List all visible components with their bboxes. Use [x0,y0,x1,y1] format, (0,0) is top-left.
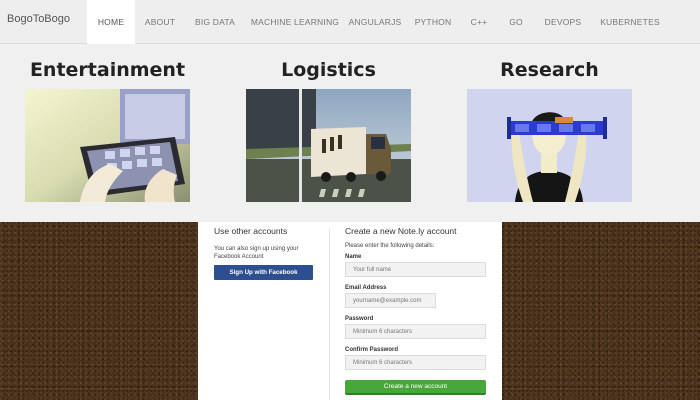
other-accounts-text: You can also sign up using your Facebook… [214,246,299,260]
name-field[interactable]: Your full name [345,262,486,277]
main-nav: HOME ABOUT BIG DATA MACHINE LEARNING ANG… [87,0,669,44]
email-label: Email Address [345,285,387,291]
nav-cpp[interactable]: C++ [461,0,497,44]
create-account-column: Create a new Note.ly account Please ente… [345,226,490,400]
feature-title: Logistics [281,59,376,81]
nav-about[interactable]: ABOUT [135,0,185,44]
tablet-photo [25,89,190,202]
password-label: Password [345,316,374,322]
nav-machine-learning[interactable]: MACHINE LEARNING [245,0,345,44]
feature-research: Research [467,58,632,202]
password-field[interactable]: Minimum 6 characters [345,324,486,339]
feature-title: Entertainment [29,59,186,81]
create-account-button[interactable]: Create a new account [345,380,486,395]
top-navbar: BogoToBogo HOME ABOUT BIG DATA MACHINE L… [0,0,700,44]
create-account-heading: Create a new Note.ly account [345,226,457,236]
other-accounts-column: Use other accounts You can also sign up … [214,226,324,280]
signup-section: Use other accounts You can also sign up … [0,222,700,400]
confirm-password-label: Confirm Password [345,347,399,353]
nav-devops[interactable]: DEVOPS [535,0,591,44]
email-field[interactable]: yourname@example.com [345,293,436,308]
feature-title: Research [500,59,599,81]
signup-panel: Use other accounts You can also sign up … [198,222,502,400]
nav-home[interactable]: HOME [87,0,135,44]
nav-python[interactable]: PYTHON [405,0,461,44]
column-divider [329,228,330,400]
name-label: Name [345,254,362,260]
person-panels-photo [467,89,632,202]
feature-entertainment: Entertainment [25,58,190,202]
create-account-subheading: Please enter the following details: [345,243,435,249]
facebook-signup-button[interactable]: Sign Up with Facebook [214,265,313,280]
nav-angularjs[interactable]: ANGULARJS [345,0,405,44]
nav-go[interactable]: GO [497,0,535,44]
features-section: Entertainment Logistics Research [0,44,700,222]
truck-photo [246,89,411,202]
other-accounts-heading: Use other accounts [214,226,288,236]
feature-logistics: Logistics [246,58,411,202]
nav-kubernetes[interactable]: KUBERNETES [591,0,669,44]
brand-logo[interactable]: BogoToBogo [7,13,70,25]
confirm-password-field[interactable]: Minimum 6 characters [345,355,486,370]
nav-big-data[interactable]: BIG DATA [185,0,245,44]
